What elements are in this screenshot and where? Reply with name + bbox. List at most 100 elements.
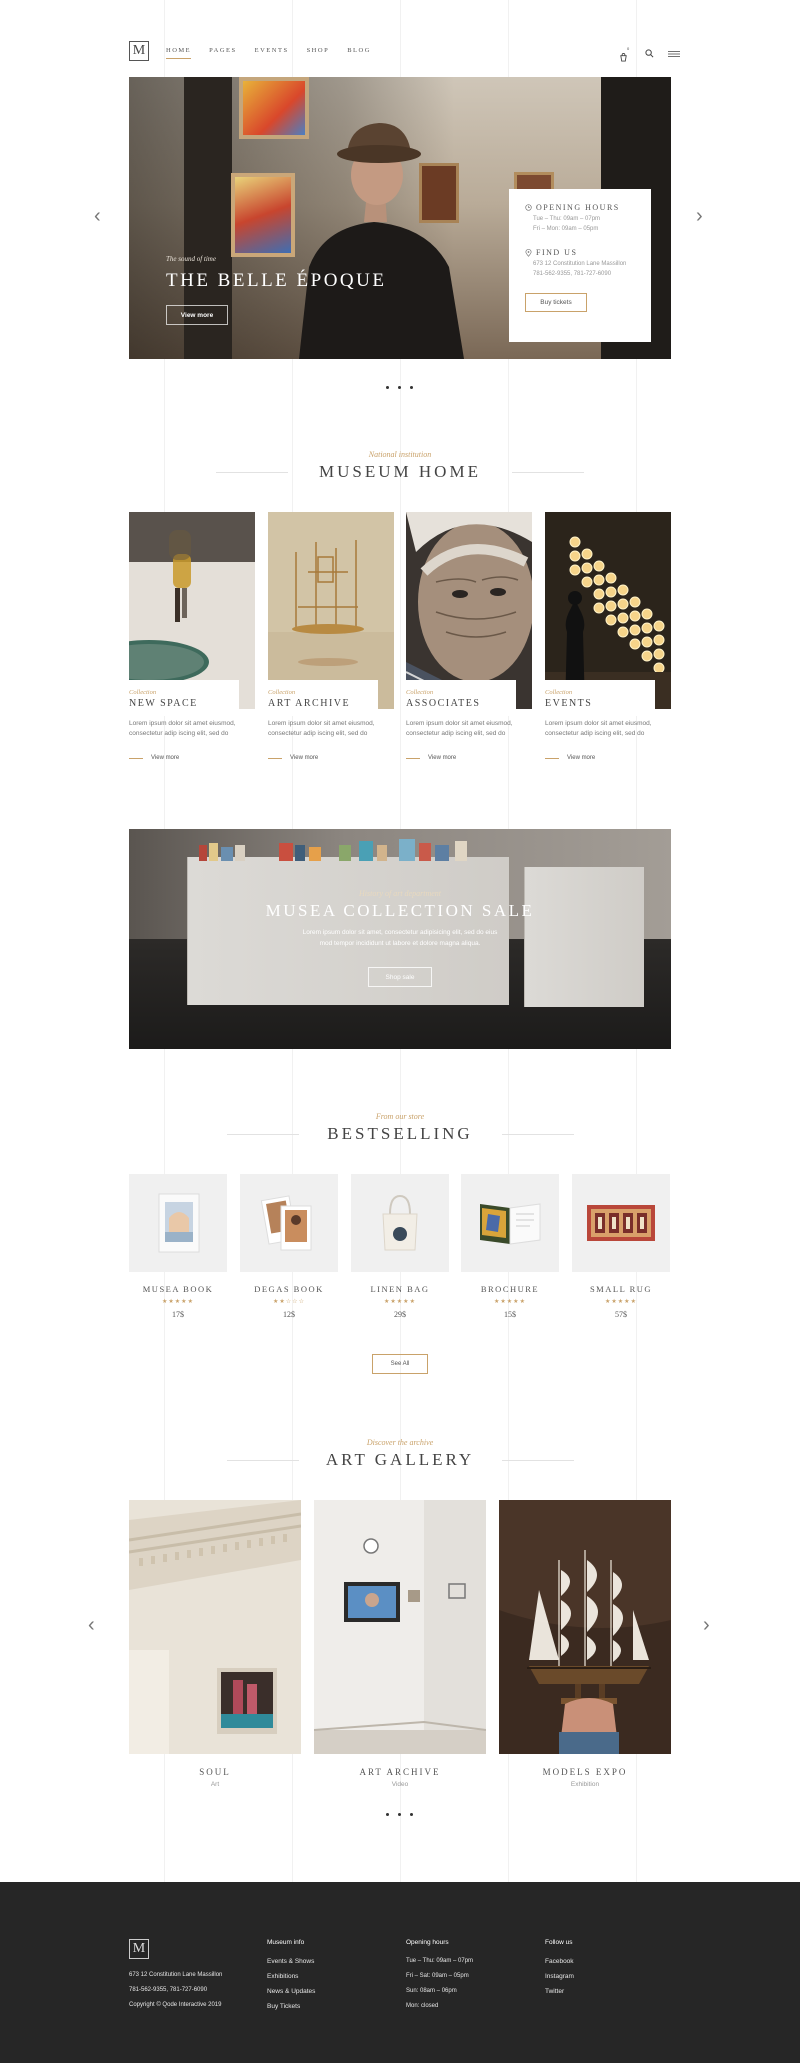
bestselling-kicker: From our store [375,1112,425,1121]
collection-card: Collection ASSOCIATES [406,680,516,716]
gallery-item-title[interactable]: SOUL [129,1767,301,1777]
collection-card: Collection ART ARCHIVE [268,680,378,716]
hours-line: Fri – Mon: 09am – 05pm [533,226,599,232]
find-us-heading: FIND US [525,248,635,257]
product-image-linen-bag[interactable] [351,1174,449,1272]
header-icons: 0 [619,45,680,63]
product-name[interactable]: DEGAS BOOK [240,1284,338,1294]
sale-title: MUSEA COLLECTION SALE [265,901,535,920]
hero-title: THE BELLE ÉPOQUE [166,270,387,291]
gallery-item-title[interactable]: MODELS EXPO [499,1767,671,1777]
footer-hours-line: Sun: 08am – 06pm [406,1988,457,1994]
card-description: Lorem ipsum dolor sit amet eiusmod, conse… [129,719,255,739]
link-text: View more [428,755,457,761]
footer-link[interactable]: Events & Shows [267,1958,314,1965]
pagination-dot[interactable] [398,386,401,389]
desc-line: consectetur adip iscing elit, sed do [545,730,645,737]
social-link-twitter[interactable]: Twitter [545,1988,564,1995]
buy-tickets-button[interactable]: Buy tickets [525,293,587,312]
product-name[interactable]: BROCHURE [461,1284,559,1294]
gallery-prev-arrow[interactable]: ‹ [88,1614,95,1637]
product-image-musea-book[interactable] [129,1174,227,1272]
see-all-button[interactable]: See All [372,1354,428,1374]
site-logo[interactable]: M [129,41,149,61]
shop-sale-button[interactable]: Shop sale [368,967,432,987]
nav-pages[interactable]: PAGES [209,47,237,59]
footer-link[interactable]: News & Updates [267,1988,315,1995]
desc-line: mod tempor incididunt ut labore et dolor… [319,940,481,947]
card-kicker: Collection [129,689,157,696]
collection-card: Collection NEW SPACE [129,680,239,716]
hero-prev-arrow[interactable]: ‹ [94,205,101,228]
desc-line: Lorem ipsum dolor sit amet, consectetur … [302,929,498,936]
gallery-image-soul[interactable] [129,1500,301,1754]
collection-card: Collection EVENTS [545,680,655,716]
star-rating: ★★☆☆☆ [273,1299,305,1305]
footer-logo[interactable]: M [129,1939,149,1959]
product-name[interactable]: LINEN BAG [351,1284,449,1294]
hero-view-more-button[interactable]: View more [166,305,228,325]
gallery-next-arrow[interactable]: › [703,1614,710,1637]
card-title[interactable]: ART ARCHIVE [268,698,378,709]
product-price: 12$ [283,1310,295,1319]
product-image-degas-book[interactable] [240,1174,338,1272]
cart-icon[interactable]: 0 [619,46,631,62]
product-name[interactable]: MUSEA BOOK [129,1284,227,1294]
nav-home[interactable]: HOME [166,47,192,59]
pagination-dot[interactable] [410,386,413,389]
gallery-image-art-archive[interactable] [314,1500,486,1754]
footer-link[interactable]: Buy Tickets [267,2003,300,2010]
footer-col-title: Follow us [545,1939,573,1946]
link-text: View more [567,755,596,761]
product-price: 15$ [504,1310,516,1319]
footer-col-title: Opening hours [406,1939,449,1946]
hero-slide: The sound of time THE BELLE ÉPOQUE View … [129,77,671,359]
product-price: 17$ [172,1310,184,1319]
social-link-facebook[interactable]: Facebook [545,1958,574,1965]
card-title[interactable]: EVENTS [545,698,655,709]
divider-line [512,472,584,473]
bestselling-title: BESTSELLING [327,1124,473,1143]
gallery-pagination [386,1813,413,1816]
footer-col-title: Museum info [267,1939,305,1946]
hero-next-arrow[interactable]: › [696,205,703,228]
card-view-more-link[interactable]: View more [545,755,595,761]
footer-hours-line: Fri – Sat: 09am – 05pm [406,1973,469,1979]
card-description: Lorem ipsum dolor sit amet eiusmod, conse… [545,719,671,739]
pagination-dot[interactable] [386,386,389,389]
nav-shop[interactable]: SHOP [307,47,330,59]
gallery-title: ART GALLERY [325,1450,475,1469]
nav-events[interactable]: EVENTS [255,47,289,59]
product-name[interactable]: SMALL RUG [572,1284,670,1294]
location-pin-icon [525,248,532,257]
footer-address: 673 12 Constitution Lane Massillon [129,1972,223,1978]
card-title[interactable]: NEW SPACE [129,698,239,709]
card-view-more-link[interactable]: View more [268,755,318,761]
footer-phones: 781-562-9355, 781-727-6090 [129,1987,208,1993]
gallery-item-category: Video [391,1781,409,1788]
menu-icon[interactable] [668,45,680,63]
sale-description: Lorem ipsum dolor sit amet, consectetur … [129,927,671,949]
product-image-brochure[interactable] [461,1174,559,1272]
museum-home-kicker: National institution [368,450,432,459]
footer-hours-line: Tue – Thu: 09am – 07pm [406,1958,474,1964]
hours-line: Tue – Thu: 09am – 07pm [533,216,601,222]
pagination-dot[interactable] [398,1813,401,1816]
cart-count: 0 [627,46,630,51]
search-icon[interactable] [645,45,654,63]
product-image-small-rug[interactable] [572,1174,670,1272]
card-view-more-link[interactable]: View more [129,755,179,761]
social-link-instagram[interactable]: Instagram [545,1973,574,1980]
card-kicker: Collection [545,689,573,696]
gallery-image-models-expo[interactable] [499,1500,671,1754]
hero-pagination [386,386,413,389]
desc-line: Lorem ipsum dolor sit amet eiusmod, [129,720,236,727]
link-text: View more [151,755,180,761]
gallery-item-title[interactable]: ART ARCHIVE [314,1767,486,1777]
footer-link[interactable]: Exhibitions [267,1973,298,1980]
pagination-dot[interactable] [386,1813,389,1816]
nav-blog[interactable]: BLOG [347,47,371,59]
card-title[interactable]: ASSOCIATES [406,698,516,709]
card-view-more-link[interactable]: View more [406,755,456,761]
pagination-dot[interactable] [410,1813,413,1816]
